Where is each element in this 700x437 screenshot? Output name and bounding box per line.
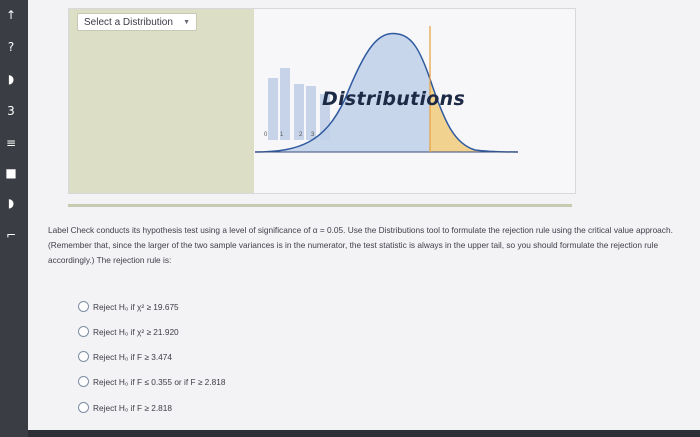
nav-icon: ≡ — [5, 136, 17, 150]
question-text: Label Check conducts its hypothesis test… — [48, 225, 673, 265]
distribution-select[interactable]: Select a Distribution ▼ — [77, 13, 197, 31]
radio-button[interactable] — [78, 301, 89, 312]
arrow-icon: ↑ — [5, 8, 17, 22]
radio-button[interactable] — [78, 376, 89, 387]
divider — [68, 204, 572, 207]
radio-button[interactable] — [78, 326, 89, 337]
logo-bar — [268, 78, 278, 140]
arrow-icon: ? — [7, 40, 15, 54]
logo-title: Distributions — [322, 88, 466, 110]
arrow-icon: ◗ — [7, 72, 15, 86]
radio-button[interactable] — [78, 402, 89, 413]
nav-icon: ■ — [5, 166, 17, 180]
bottom-edge — [28, 430, 700, 437]
logo-bar — [280, 68, 290, 140]
answer-option-label: Reject H₀ if F ≥ 2.818 — [93, 403, 173, 413]
nav-icon: 3 — [7, 104, 15, 118]
answer-option-label: Reject H₀ if χ² ≥ 21.920 — [93, 327, 179, 337]
radio-button[interactable] — [78, 351, 89, 362]
arrow-icon: ◗ — [7, 196, 15, 210]
chevron-down-icon: ▼ — [183, 19, 190, 26]
nav-icon: ⌐ — [5, 228, 17, 242]
logo-tick-label: 0 — [264, 132, 268, 138]
answer-option-label: Reject H₀ if χ² ≥ 19.675 — [93, 302, 179, 312]
answer-option-label: Reject H₀ if F ≤ 0.355 or if F ≥ 2.818 — [93, 377, 226, 387]
left-window-strip: ↑ ? ◗ 3 ≡ ■ ◗ ⌐ — [0, 0, 28, 437]
answer-option-label: Reject H₀ if F ≥ 3.474 — [93, 352, 173, 362]
tool-sidebar: Select a Distribution ▼ — [69, 9, 254, 193]
distribution-select-label: Select a Distribution — [84, 17, 173, 28]
